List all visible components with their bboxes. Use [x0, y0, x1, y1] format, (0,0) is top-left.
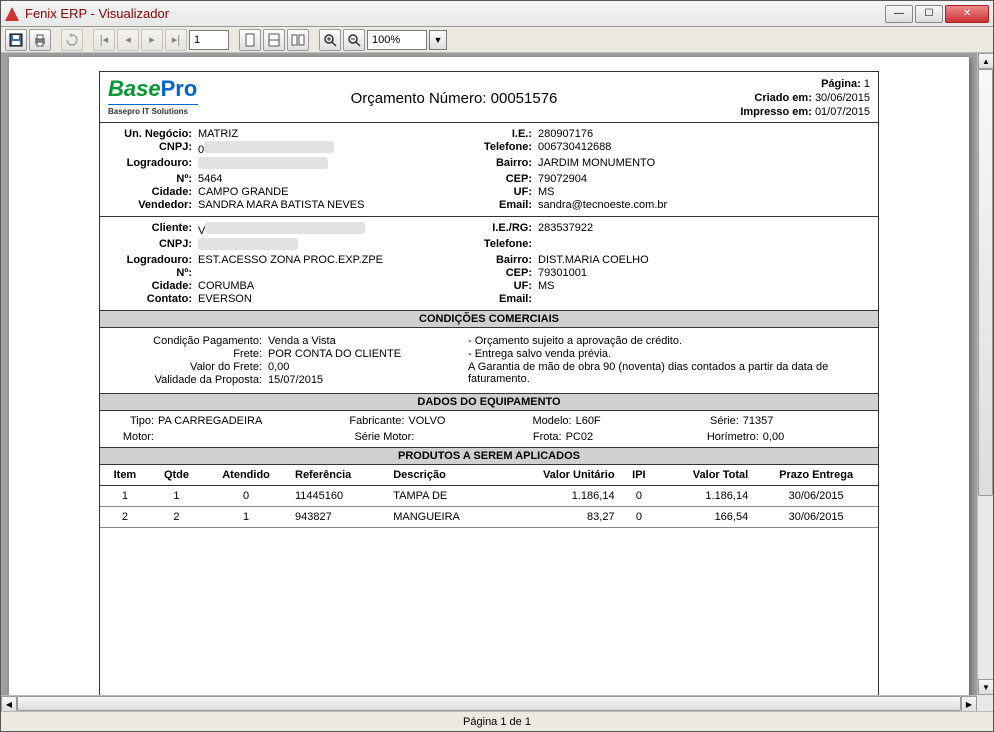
section-prod: PRODUTOS A SEREM APLICADOS — [100, 447, 878, 465]
section-cond: CONDIÇÕES COMERCIAIS — [100, 310, 878, 328]
print-button[interactable] — [29, 29, 51, 51]
page-icon — [243, 33, 257, 47]
client-block: Cliente:VI.E./RG:283537922 CNPJ:Telefone… — [100, 217, 878, 310]
two-pages-button[interactable] — [287, 29, 309, 51]
logo-subtitle: Basepro IT Solutions — [108, 107, 218, 116]
viewport: BasePro Basepro IT Solutions Orçamento N… — [1, 53, 993, 711]
scroll-up-button[interactable]: ▲ — [978, 53, 993, 69]
toolbar: |◂ ◂ ▸ ▸| ▼ — [1, 27, 993, 53]
products-table: Item Qtde Atendido Referência Descrição … — [100, 465, 878, 528]
page-number-input[interactable] — [189, 30, 229, 50]
zoom-in-icon — [323, 33, 337, 47]
equip-block: Tipo:PA CARREGADEIRA Fabricante:VOLVO Mo… — [100, 411, 878, 431]
maximize-button[interactable]: ☐ — [915, 5, 943, 23]
logo-text: BasePro — [108, 76, 218, 102]
cond-block: Condição Pagamento:Venda a Vista Frete:P… — [100, 328, 878, 393]
first-page-button[interactable]: |◂ — [93, 29, 115, 51]
minimize-button[interactable]: — — [885, 5, 913, 23]
scroll-track-h[interactable] — [17, 696, 961, 711]
refresh-icon — [65, 33, 79, 47]
vertical-scrollbar[interactable]: ▲ ▼ — [977, 53, 993, 695]
report-header: BasePro Basepro IT Solutions Orçamento N… — [100, 72, 878, 123]
pages-icon — [291, 33, 305, 47]
zoom-dropdown[interactable]: ▼ — [429, 30, 447, 50]
whole-page-button[interactable] — [263, 29, 285, 51]
company-block: Un. Negócio:MATRIZI.E.:280907176 CNPJ:0T… — [100, 123, 878, 217]
report-page: BasePro Basepro IT Solutions Orçamento N… — [99, 71, 879, 703]
zoom-out-button[interactable] — [343, 29, 365, 51]
table-row: 11011445160TAMPA DE1.186,1401.186,1430/0… — [100, 486, 878, 507]
save-button[interactable] — [5, 29, 27, 51]
table-row: 221943827MANGUEIRA83,270166,5430/06/2015 — [100, 507, 878, 528]
prev-page-button[interactable]: ◂ — [117, 29, 139, 51]
scroll-thumb[interactable] — [978, 69, 993, 496]
scroll-corner — [977, 695, 993, 711]
scroll-down-button[interactable]: ▼ — [978, 679, 993, 695]
scroll-right-button[interactable]: ▶ — [961, 696, 977, 711]
doc-title: Orçamento Número: 00051576 — [218, 76, 690, 120]
close-button[interactable]: ✕ — [945, 5, 989, 23]
scroll-left-button[interactable]: ◀ — [1, 696, 17, 711]
floppy-icon — [9, 33, 23, 47]
zoom-input[interactable] — [367, 30, 427, 50]
printer-icon — [33, 33, 47, 47]
paper: BasePro Basepro IT Solutions Orçamento N… — [9, 57, 969, 707]
section-equip: DADOS DO EQUIPAMENTO — [100, 393, 878, 411]
zoom-in-button[interactable] — [319, 29, 341, 51]
window-title: Fenix ERP - Visualizador — [25, 6, 885, 21]
last-page-button[interactable]: ▸| — [165, 29, 187, 51]
page-fit-icon — [267, 33, 281, 47]
scroll-thumb-h[interactable] — [17, 696, 961, 711]
logo-block: BasePro Basepro IT Solutions — [108, 76, 218, 120]
horizontal-scrollbar[interactable]: ◀ ▶ — [1, 695, 977, 711]
app-window: Fenix ERP - Visualizador — ☐ ✕ |◂ ◂ ▸ ▸|… — [0, 0, 994, 732]
scroll-track[interactable] — [978, 69, 993, 679]
app-icon — [5, 7, 19, 21]
header-meta: Página: 1 Criado em: 30/06/2015 Impresso… — [690, 76, 870, 120]
zoom-out-icon — [347, 33, 361, 47]
window-buttons: — ☐ ✕ — [885, 5, 989, 23]
refresh-button[interactable] — [61, 29, 83, 51]
page-width-button[interactable] — [239, 29, 261, 51]
statusbar: Página 1 de 1 — [1, 711, 993, 731]
titlebar: Fenix ERP - Visualizador — ☐ ✕ — [1, 1, 993, 27]
next-page-button[interactable]: ▸ — [141, 29, 163, 51]
table-header: Item Qtde Atendido Referência Descrição … — [100, 465, 878, 486]
